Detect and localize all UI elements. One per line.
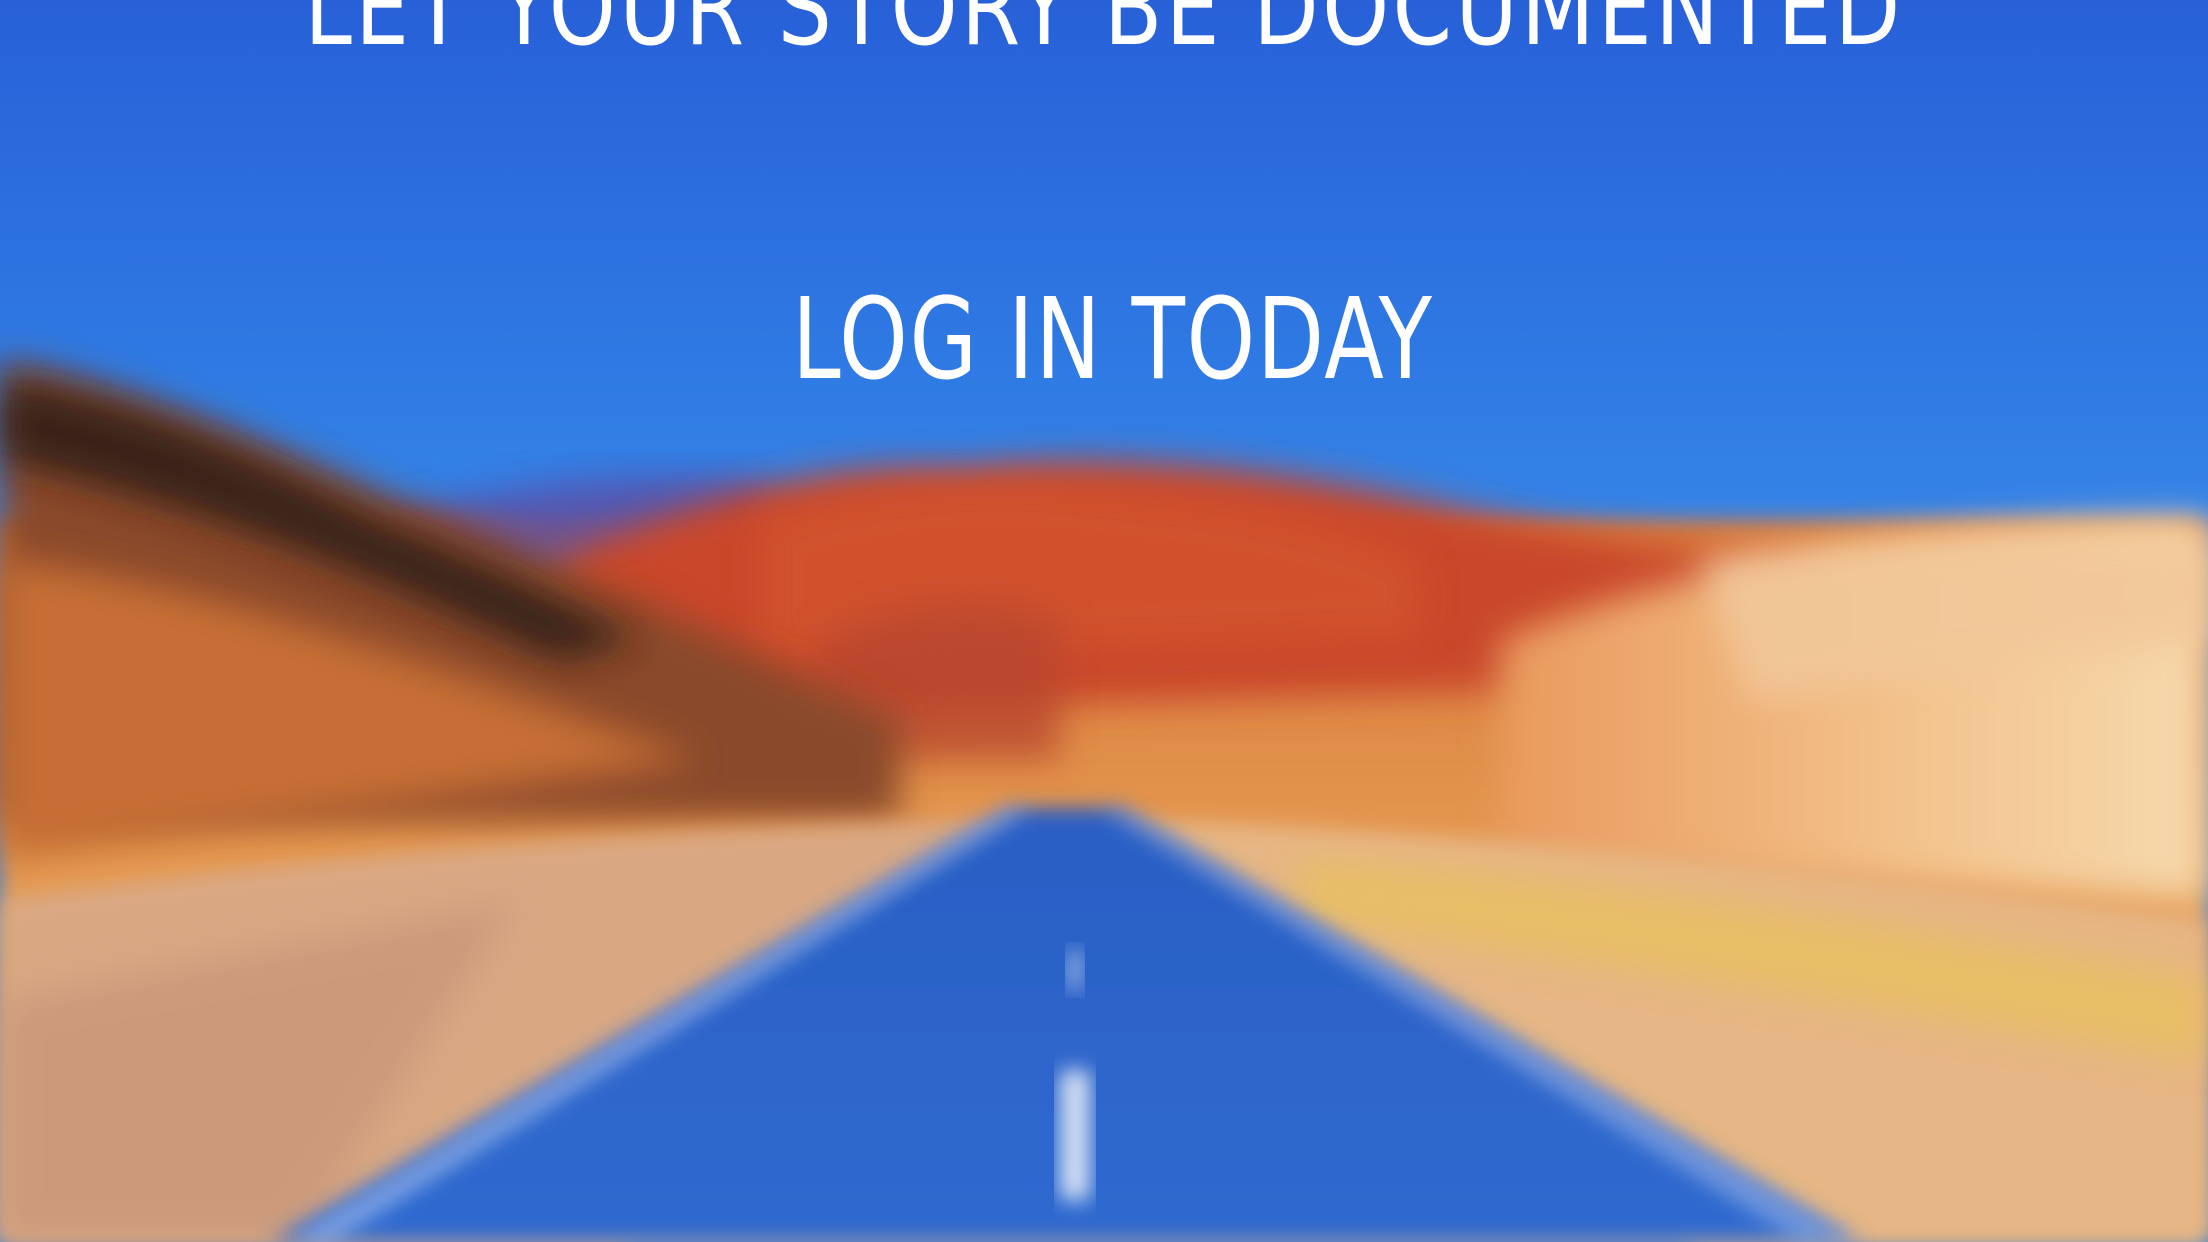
tagline-heading: LET YOUR STORY BE DOCUMENTED — [304, 0, 1904, 69]
desert-road-background — [0, 0, 2208, 1242]
landing-screen: LET YOUR STORY BE DOCUMENTED LOG IN TODA… — [0, 0, 2208, 1242]
log-in-link[interactable]: LOG IN TODAY — [792, 284, 1432, 396]
